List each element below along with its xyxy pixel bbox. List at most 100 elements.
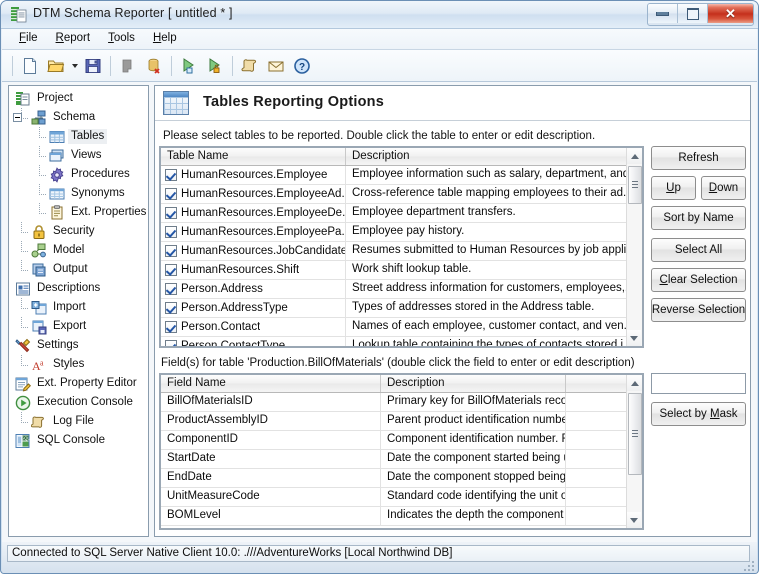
field-name-cell[interactable]: BillOfMaterialsID [161,393,381,411]
field-extra-cell[interactable] [566,488,626,506]
field-name-cell[interactable]: BOMLevel [161,507,381,525]
new-button[interactable] [17,53,43,79]
table-row[interactable]: Person.ContactNames of each employee, cu… [161,318,642,337]
run-report-button[interactable] [176,53,202,79]
tree-item-security[interactable]: Security [9,222,148,241]
field-name-cell[interactable]: ComponentID [161,431,381,449]
open-dropdown-button[interactable] [69,53,80,79]
table-description-cell[interactable]: Names of each employee, customer contact… [346,318,626,336]
tree-collapse-icon[interactable] [13,113,22,122]
field-extra-cell[interactable] [566,450,626,468]
close-button[interactable]: ✕ [708,4,753,23]
sort-by-name-button[interactable]: Sort by Name [651,206,746,230]
row-checkbox[interactable] [165,226,177,238]
table-row[interactable]: HumanResources.EmployeeDe...Employee dep… [161,204,642,223]
field-description-cell[interactable]: Component identification number. Foreign… [381,431,566,449]
field-row[interactable]: StartDateDate the component started bein… [161,450,642,469]
navigation-tree[interactable]: ProjectSchemaTablesViewsProceduresSynony… [8,85,149,537]
row-checkbox[interactable] [165,302,177,314]
table-name-cell[interactable]: HumanResources.JobCandidate [161,242,346,260]
field-row[interactable]: BOMLevelIndicates the depth the componen… [161,507,642,526]
menu-item-file[interactable]: File [10,29,47,47]
field-description-cell[interactable]: Primary key for BillOfMaterials records. [381,393,566,411]
fields-scroll-thumb[interactable] [628,393,642,475]
column-header-field-name[interactable]: Field Name [161,375,381,392]
table-description-cell[interactable]: Cross-reference table mapping employees … [346,185,626,203]
field-description-cell[interactable]: Parent product identification number. Fo… [381,412,566,430]
table-name-cell[interactable]: HumanResources.EmployeeAd... [161,185,346,203]
field-name-cell[interactable]: ProductAssemblyID [161,412,381,430]
tree-item-sql-console[interactable]: SQLSQL Console [9,431,148,450]
table-description-cell[interactable]: Employee information such as salary, dep… [346,166,626,184]
table-name-cell[interactable]: Person.AddressType [161,299,346,317]
table-description-cell[interactable]: Resumes submitted to Human Resources by … [346,242,626,260]
tree-item-schema[interactable]: Schema [9,108,148,127]
table-row[interactable]: HumanResources.EmployeePa...Employee pay… [161,223,642,242]
row-checkbox[interactable] [165,321,177,333]
field-extra-cell[interactable] [566,412,626,430]
field-row[interactable]: ProductAssemblyIDParent product identifi… [161,412,642,431]
table-name-cell[interactable]: Person.Contact [161,318,346,336]
field-row[interactable]: UnitMeasureCodeStandard code identifying… [161,488,642,507]
menu-item-help[interactable]: Help [144,29,186,47]
database-disconnect-button[interactable] [141,53,167,79]
table-name-cell[interactable]: HumanResources.EmployeeDe... [161,204,346,222]
table-name-cell[interactable]: Person.Address [161,280,346,298]
tree-item-tables[interactable]: Tables [9,127,148,146]
table-row[interactable]: HumanResources.ShiftWork shift lookup ta… [161,261,642,280]
field-extra-cell[interactable] [566,469,626,487]
tree-item-export[interactable]: Export [9,317,148,336]
table-row[interactable]: HumanResources.EmployeeEmployee informat… [161,166,642,185]
reverse-selection-button[interactable]: Reverse Selection [651,298,746,322]
log-button[interactable] [237,53,263,79]
tree-item-styles[interactable]: AaStyles [9,355,148,374]
field-extra-cell[interactable] [566,507,626,525]
menu-item-tools[interactable]: Tools [99,29,144,47]
row-checkbox[interactable] [165,283,177,295]
tree-item-model[interactable]: Model [9,241,148,260]
tree-item-descriptions[interactable]: Descriptions [9,279,148,298]
field-description-cell[interactable]: Indicates the depth the component is fro… [381,507,566,525]
tree-item-views[interactable]: Views [9,146,148,165]
tree-item-project[interactable]: Project [9,89,148,108]
help-button[interactable]: ? [289,53,315,79]
table-row[interactable]: HumanResources.EmployeeAd...Cross-refere… [161,185,642,204]
resize-grip[interactable] [741,558,754,571]
fields-scroll-up-button[interactable] [627,375,642,391]
table-row[interactable]: Person.AddressStreet address information… [161,280,642,299]
field-name-cell[interactable]: StartDate [161,450,381,468]
clear-selection-button[interactable]: Clear Selection [651,268,746,292]
scroll-thumb[interactable] [628,166,642,204]
select-all-button[interactable]: Select All [651,238,746,262]
table-name-cell[interactable]: HumanResources.EmployeePa... [161,223,346,241]
table-description-cell[interactable]: Types of addresses stored in the Address… [346,299,626,317]
tree-item-ext-properties[interactable]: Ext. Properties [9,203,148,222]
field-row[interactable]: EndDateDate the component stopped being … [161,469,642,488]
table-name-cell[interactable]: HumanResources.Employee [161,166,346,184]
field-description-cell[interactable]: Date the component started being used i.… [381,450,566,468]
database-connect-button[interactable] [115,53,141,79]
tree-item-log-file[interactable]: Log File [9,412,148,431]
mail-button[interactable] [263,53,289,79]
scroll-up-button[interactable] [627,148,642,164]
row-checkbox[interactable] [165,245,177,257]
tree-item-execution-console[interactable]: Execution Console [9,393,148,412]
row-checkbox[interactable] [165,264,177,276]
field-name-cell[interactable]: EndDate [161,469,381,487]
table-row[interactable]: HumanResources.JobCandidateResumes submi… [161,242,642,261]
field-name-cell[interactable]: UnitMeasureCode [161,488,381,506]
open-button[interactable] [43,53,69,79]
tree-item-ext-property-editor[interactable]: Ext. Property Editor [9,374,148,393]
scroll-down-button[interactable] [627,330,641,346]
tree-item-output[interactable]: Output [9,260,148,279]
tree-item-procedures[interactable]: Procedures [9,165,148,184]
tables-grid[interactable]: Table Name Description HumanResources.Em… [159,146,644,348]
row-checkbox[interactable] [165,169,177,181]
up-button[interactable]: Up [651,176,696,200]
maximize-button[interactable] [678,4,708,23]
table-description-cell[interactable]: Lookup table containing the types of con… [346,337,626,348]
field-description-cell[interactable]: Date the component stopped being used i.… [381,469,566,487]
fields-grid-scrollbar[interactable] [626,375,642,528]
table-name-cell[interactable]: Person.ContactType [161,337,346,348]
refresh-button[interactable]: Refresh [651,146,746,170]
